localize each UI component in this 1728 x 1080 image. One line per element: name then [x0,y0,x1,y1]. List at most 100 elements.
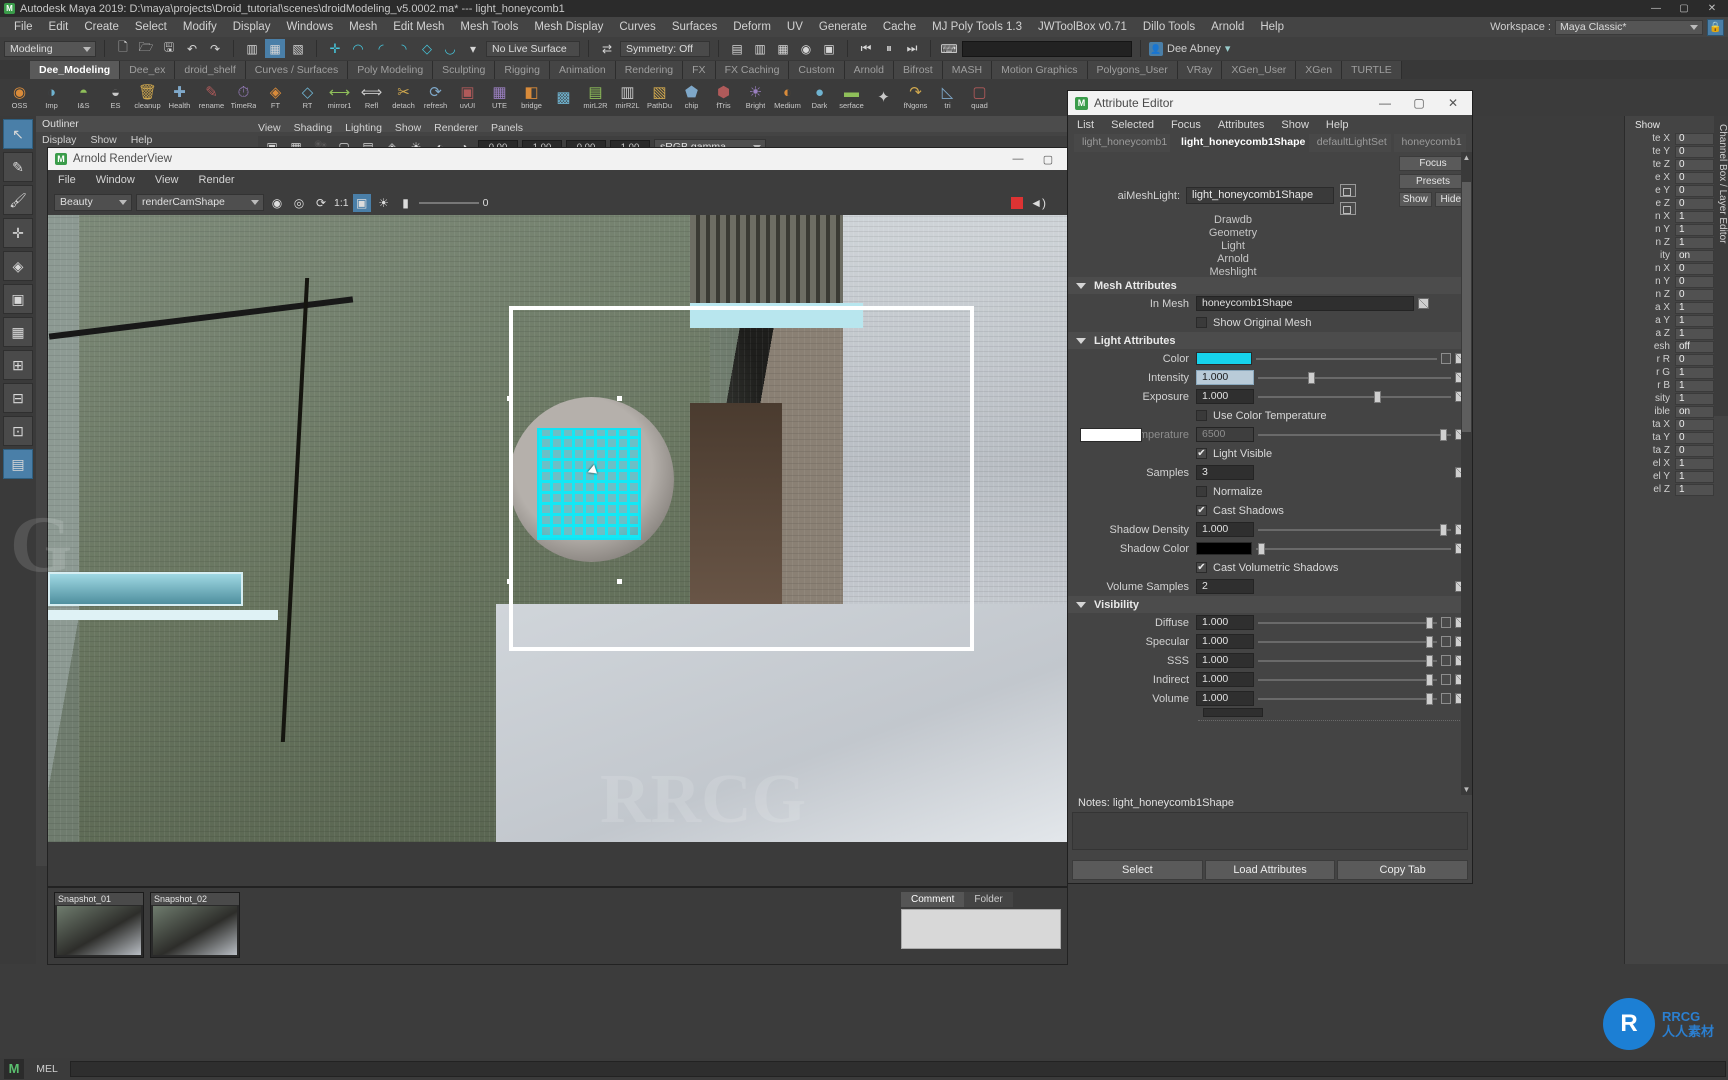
quick-entry-field[interactable] [962,40,1132,57]
render-stop-icon[interactable]: ◎ [290,194,308,212]
intensity-slider[interactable] [1258,370,1451,385]
shelf-tab-motion-graphics[interactable]: Motion Graphics [992,61,1088,79]
renderview-minimize-button[interactable]: — [1003,153,1033,165]
select-button[interactable]: Select [1072,860,1203,880]
menu-uv[interactable]: UV [779,17,811,37]
aov-combo[interactable]: Beauty [54,194,132,211]
channel-value[interactable]: 0 [1675,262,1714,275]
indirect-slider[interactable] [1258,672,1437,687]
channel-value[interactable]: on [1675,249,1714,262]
shelf-tab-fx-caching[interactable]: FX Caching [715,61,790,79]
channel-value[interactable]: 0 [1675,197,1714,210]
shelf-button-TimeRa[interactable]: ⏱ TimeRa [228,81,259,115]
menu-deform[interactable]: Deform [725,17,779,37]
rotate-tool[interactable]: ◈ [3,251,33,281]
tab-folder[interactable]: Folder [964,892,1013,907]
shelf-button-fNgons[interactable]: ↷ fNgons [900,81,931,115]
render-start-icon[interactable]: ◉ [268,194,286,212]
new-scene-icon[interactable]: 🗋 [113,39,133,58]
snapshot-item[interactable]: Snapshot_01 [54,892,144,958]
channel-value[interactable]: 0 [1675,431,1714,444]
playback-play-icon[interactable]: ⏸ [879,39,899,58]
channel-value[interactable]: 1 [1675,327,1714,340]
shelf-button-fTris[interactable]: ⬢ fTris [708,81,739,115]
shelf-button-Medium[interactable]: ◐ Medium [772,81,803,115]
maximize-button[interactable]: ▢ [1670,0,1698,17]
color-map-icon[interactable] [1441,353,1451,364]
tab-comment[interactable]: Comment [901,892,965,907]
renderview-menu-window[interactable]: Window [96,174,135,186]
shadow-color-slider[interactable] [1256,541,1451,556]
shelf-button-cleanup[interactable]: 🗑 cleanup [132,81,163,115]
shelf-button-bridge[interactable]: ◧ bridge [516,81,547,115]
section-visibility[interactable]: Visibility [1068,596,1472,613]
scroll-down-icon[interactable]: ▼ [1462,785,1471,794]
ae-minimize-button[interactable]: — [1368,91,1402,115]
channel-value[interactable]: 0 [1675,444,1714,457]
lock-icon[interactable]: 🔒 [1707,18,1724,36]
menu-file[interactable]: File [6,17,41,37]
snapshot-item[interactable]: Snapshot_02 [150,892,240,958]
sss-field[interactable]: 1.000 [1196,653,1254,668]
specular-map-icon[interactable] [1441,636,1451,647]
volume-map-icon[interactable] [1441,693,1451,704]
channel-value[interactable]: 0 [1675,171,1714,184]
channel-value[interactable]: 1 [1675,314,1714,327]
shelf-tab-sculpting[interactable]: Sculpting [433,61,496,79]
show-button[interactable]: Show [1399,192,1432,207]
indirect-field[interactable]: 1.000 [1196,672,1254,687]
cast-volumetric-shadows-checkbox[interactable]: ✔ [1196,562,1207,573]
shelf-tab-poly-modeling[interactable]: Poly Modeling [348,61,434,79]
channel-value[interactable]: 1 [1675,392,1714,405]
workspace-combo[interactable]: Maya Classic* [1555,19,1703,35]
menu-edit-mesh[interactable]: Edit Mesh [385,17,452,37]
shelf-button-uvUI[interactable]: ▣ uvUI [452,81,483,115]
cast-shadows-checkbox[interactable]: ✔ [1196,505,1207,516]
lasso-tool[interactable]: ✎ [3,152,33,182]
shelf-button-mirror1[interactable]: ⟷ mirror1 [324,81,355,115]
menu-arnold[interactable]: Arnold [1203,17,1252,37]
channel-value[interactable]: 1 [1675,366,1714,379]
text-entry-icon[interactable]: ⌨ [939,39,959,58]
shadow-density-field[interactable]: 1.000 [1196,522,1254,537]
channel-value[interactable]: 1 [1675,379,1714,392]
move-tool[interactable]: ✛ [3,218,33,248]
specular-slider[interactable] [1258,634,1437,649]
menu-mesh[interactable]: Mesh [341,17,385,37]
ae-menu-list[interactable]: List [1077,119,1094,131]
render-view-icon[interactable]: ▣ [819,39,839,58]
no-live-surface-field[interactable]: No Live Surface [486,40,580,57]
shelf-tab-arnold[interactable]: Arnold [844,61,894,79]
in-mesh-field[interactable]: honeycomb1Shape [1196,296,1414,311]
viewport-menu-renderer[interactable]: Renderer [434,122,478,134]
presets-button[interactable]: Presets [1399,174,1467,189]
menu-edit[interactable]: Edit [41,17,77,37]
light-visible-checkbox[interactable]: ✔ [1196,448,1207,459]
shelf-button-FT[interactable]: ◈ FT [260,81,291,115]
shadow-color-swatch[interactable] [1196,542,1252,555]
shelf-tab-xgen-user[interactable]: XGen_User [1222,61,1297,79]
renderview-maximize-button[interactable]: ▢ [1033,153,1063,166]
outliner-menu-show[interactable]: Show [90,134,116,146]
snap-view-plane-icon[interactable]: ◇ [417,39,437,58]
comment-text-input[interactable] [901,909,1061,949]
shelf-tab-dee-ex[interactable]: Dee_ex [120,61,176,79]
select-by-object-icon[interactable]: ▦ [265,39,285,58]
snap-grid-icon[interactable]: ✛ [325,39,345,58]
channel-value[interactable]: 1 [1675,236,1714,249]
channel-value[interactable]: on [1675,405,1714,418]
channel-value[interactable]: 0 [1675,288,1714,301]
shelf-tab-custom[interactable]: Custom [789,61,845,79]
shelf-tab-curves-surfaces[interactable]: Curves / Surfaces [245,61,349,79]
undo-icon[interactable]: ↶ [182,39,202,58]
select-by-hierarchy-icon[interactable]: ▥ [242,39,262,58]
channel-value[interactable]: 0 [1675,418,1714,431]
render-region-selection-box[interactable] [508,305,974,651]
shelf-button-OSS[interactable]: ◉ OSS [4,81,35,115]
shelf-button-rename[interactable]: ✎ rename [196,81,227,115]
section-mesh-attributes[interactable]: Mesh Attributes [1068,277,1472,294]
menu-cache[interactable]: Cache [875,17,924,37]
persp-graph-layout[interactable]: ⊡ [3,416,33,446]
persp-outliner-layout[interactable]: ⊟ [3,383,33,413]
playback-start-icon[interactable]: ⏮ [856,39,876,58]
